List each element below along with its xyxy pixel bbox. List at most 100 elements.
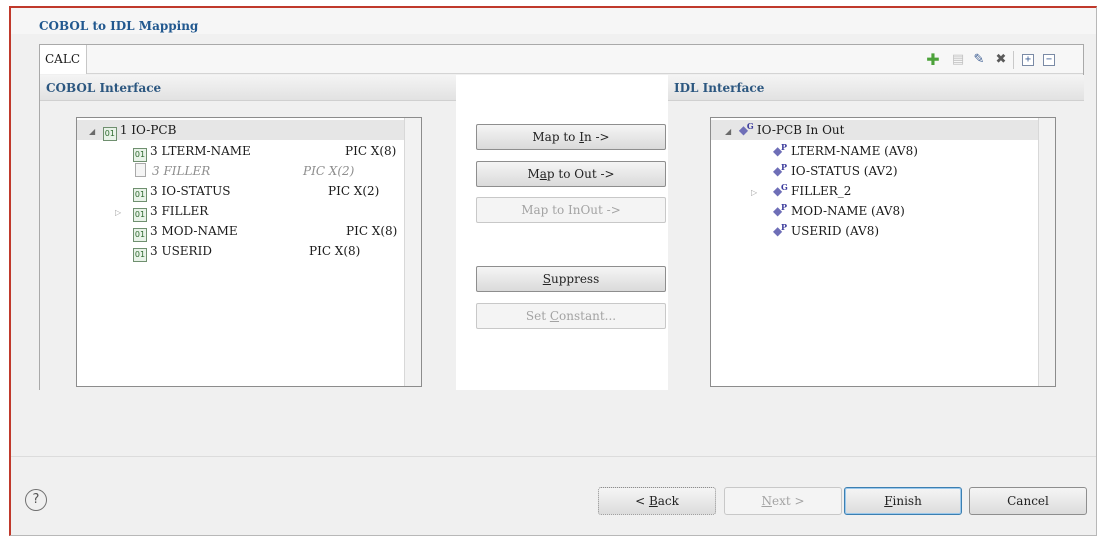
cobol-group-icon: 01 bbox=[102, 127, 117, 141]
expand-all-glyph: + bbox=[1022, 54, 1034, 66]
tree-item-label: 3 MOD-NAME bbox=[150, 224, 238, 238]
cobol-field-icon: 01 bbox=[133, 148, 147, 162]
copy-icon[interactable]: ▤ bbox=[950, 52, 966, 68]
pic-clause: PIC X(2) bbox=[303, 164, 355, 178]
cobol-tree-frame: ◢ 01 1 IO-PCB 01 3 LTERM-NAME PIC X(8) 3 F… bbox=[40, 101, 456, 390]
cobol-field-icon: 01 bbox=[133, 248, 147, 262]
tree-item[interactable]: 01 3 USERID PIC X(8) bbox=[133, 241, 360, 262]
next-button[interactable]: Next > bbox=[724, 487, 842, 515]
button-label-prefix: < bbox=[635, 494, 649, 508]
tree-item[interactable]: 3 FILLER PIC X(2) bbox=[135, 161, 354, 181]
tree-item-label: IO-STATUS (AV2) bbox=[791, 164, 898, 178]
tree-item-label: LTERM-NAME (AV8) bbox=[791, 144, 918, 158]
tree-item-label: 3 LTERM-NAME bbox=[150, 144, 251, 158]
page-title: COBOL to IDL Mapping bbox=[39, 19, 199, 33]
tree-scrollbar[interactable] bbox=[404, 118, 421, 386]
back-button[interactable]: < Back bbox=[598, 487, 716, 515]
idl-tree-frame: ◢ ◆ G IO-PCB In Out ◆ P LTERM-NAME (AV8) ◆ P I… bbox=[668, 101, 1084, 390]
collapse-all-icon[interactable]: − bbox=[1041, 52, 1057, 68]
button-mnemonic: C bbox=[549, 309, 560, 323]
tree-item[interactable]: 01 3 LTERM-NAME PIC X(8) bbox=[133, 141, 396, 162]
tree-item[interactable]: ◢ ◆ G IO-PCB In Out bbox=[711, 120, 1038, 140]
toolbar-separator bbox=[1013, 51, 1014, 69]
tree-item[interactable]: ◆ P MOD-NAME (AV8) bbox=[773, 201, 905, 221]
button-mnemonic: a bbox=[539, 167, 547, 181]
pic-clause: PIC X(8) bbox=[346, 224, 398, 238]
pic-clause: PIC X(2) bbox=[328, 184, 380, 198]
collapse-arrow-icon[interactable]: ◢ bbox=[89, 122, 99, 142]
tree-scrollbar[interactable] bbox=[1038, 118, 1055, 386]
suppressed-field-icon bbox=[135, 163, 146, 177]
button-mnemonic: N bbox=[761, 494, 772, 508]
set-constant-button[interactable]: Set Constant... bbox=[476, 303, 666, 329]
cobol-field-icon: 01 bbox=[133, 228, 147, 242]
button-label-suffix: p to Out -> bbox=[546, 167, 615, 181]
tree-item-label: MOD-NAME (AV8) bbox=[791, 204, 905, 218]
collapse-all-glyph: − bbox=[1043, 54, 1055, 66]
expand-arrow-icon[interactable]: ▷ bbox=[115, 203, 133, 223]
tree-item[interactable]: ◆ P IO-STATUS (AV2) bbox=[773, 161, 898, 181]
mapping-buttons-pane bbox=[456, 75, 668, 390]
tree-item[interactable]: ▷ ◆ G FILLER_2 bbox=[751, 181, 851, 201]
button-label-suffix: ext > bbox=[771, 494, 805, 508]
button-label-suffix: ack bbox=[657, 494, 679, 508]
idl-group-icon: ◆ G bbox=[739, 120, 757, 140]
mapping-area: CALC ✚ ▤ ✎ ✖ + − COBOL Interface IDL Int… bbox=[11, 34, 1096, 456]
tree-item[interactable]: ◢ 01 1 IO-PCB bbox=[77, 120, 404, 142]
tab-calc[interactable]: CALC bbox=[40, 45, 87, 74]
tree-item-label: 3 IO-STATUS bbox=[150, 184, 231, 198]
button-mnemonic: F bbox=[884, 494, 893, 508]
cancel-button[interactable]: Cancel bbox=[969, 487, 1087, 515]
tree-item[interactable]: 01 3 IO-STATUS PIC X(2) bbox=[133, 181, 379, 202]
cobol-interface-header: COBOL Interface bbox=[40, 75, 456, 101]
idl-interface-header: IDL Interface bbox=[668, 75, 1084, 101]
tree-item[interactable]: 01 3 MOD-NAME PIC X(8) bbox=[133, 221, 397, 242]
rename-icon[interactable]: ✎ bbox=[971, 52, 987, 68]
button-label-prefix: Set bbox=[525, 309, 550, 323]
tree-item-label: 3 USERID bbox=[150, 244, 212, 258]
idl-parameter-icon: ◆ P bbox=[773, 221, 791, 241]
delete-icon[interactable]: ✖ bbox=[993, 52, 1009, 68]
button-label-prefix: Map to bbox=[532, 130, 580, 144]
button-mnemonic: S bbox=[542, 272, 551, 286]
idl-badge: P bbox=[781, 202, 788, 212]
expand-arrow-icon[interactable]: ▷ bbox=[751, 183, 773, 203]
tree-item-label: 1 IO-PCB bbox=[119, 123, 177, 137]
idl-badge: P bbox=[781, 162, 788, 172]
map-to-in-button[interactable]: Map to In -> bbox=[476, 124, 666, 150]
button-label-suffix: inish bbox=[892, 494, 922, 508]
cobol-field-icon: 01 bbox=[133, 188, 147, 202]
tree-item[interactable]: ▷ 01 3 FILLER bbox=[115, 201, 209, 223]
dialog-header: COBOL to IDL Mapping bbox=[11, 8, 1096, 34]
tree-item-label: IO-PCB In Out bbox=[756, 123, 845, 137]
idl-badge: G bbox=[781, 182, 788, 192]
idl-tree[interactable]: ◢ ◆ G IO-PCB In Out ◆ P LTERM-NAME (AV8) ◆ P I… bbox=[710, 117, 1056, 387]
idl-badge: P bbox=[781, 142, 788, 152]
finish-button[interactable]: Finish bbox=[844, 487, 962, 515]
add-icon[interactable]: ✚ bbox=[925, 52, 941, 68]
tree-item-label: USERID (AV8) bbox=[791, 224, 880, 238]
tree-item[interactable]: ◆ P LTERM-NAME (AV8) bbox=[773, 141, 918, 161]
help-icon[interactable]: ? bbox=[25, 489, 47, 511]
suppress-button[interactable]: Suppress bbox=[476, 266, 666, 292]
tree-item-label: FILLER_2 bbox=[791, 184, 852, 198]
button-label-suffix: n -> bbox=[583, 130, 610, 144]
cobol-group-icon: 01 bbox=[133, 208, 147, 222]
map-to-out-button[interactable]: Map to Out -> bbox=[476, 161, 666, 187]
tree-item-label: 3 FILLER bbox=[152, 164, 211, 178]
tree-item[interactable]: ◆ P USERID (AV8) bbox=[773, 221, 879, 241]
pic-clause: PIC X(8) bbox=[309, 244, 361, 258]
collapse-arrow-icon[interactable]: ◢ bbox=[725, 122, 735, 142]
idl-badge: G bbox=[746, 121, 754, 131]
button-label-suffix: uppress bbox=[550, 272, 600, 286]
pic-clause: PIC X(8) bbox=[345, 144, 397, 158]
map-to-inout-button[interactable]: Map to InOut -> bbox=[476, 197, 666, 223]
idl-badge: P bbox=[781, 222, 788, 232]
expand-all-icon[interactable]: + bbox=[1020, 52, 1036, 68]
dialog-footer: ? < Back Next > Finish Cancel bbox=[11, 456, 1096, 535]
program-panel: CALC ✚ ▤ ✎ ✖ + − COBOL Interface IDL Int… bbox=[39, 44, 1084, 390]
button-mnemonic: B bbox=[648, 494, 658, 508]
dialog-window: COBOL to IDL Mapping CALC ✚ ▤ ✎ ✖ + − CO… bbox=[9, 6, 1097, 536]
tree-item-label: 3 FILLER bbox=[150, 204, 209, 218]
cobol-tree[interactable]: ◢ 01 1 IO-PCB 01 3 LTERM-NAME PIC X(8) 3 F… bbox=[76, 117, 422, 387]
